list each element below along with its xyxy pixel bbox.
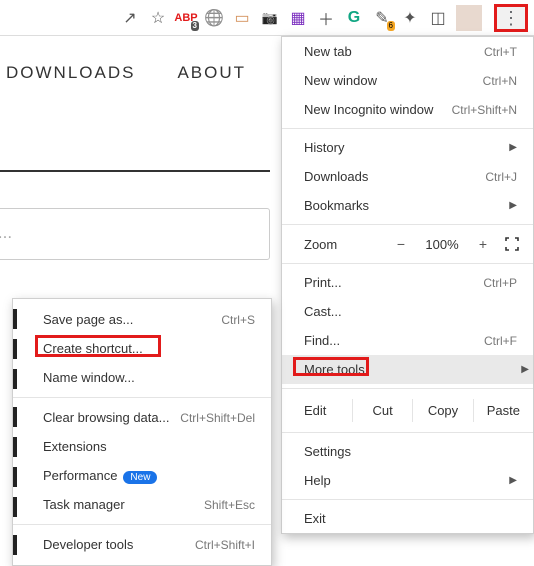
chrome-menu-button[interactable]: ⋮: [494, 4, 528, 32]
edit-label: Edit: [304, 403, 352, 418]
marker-icon: [13, 407, 17, 427]
menu-find[interactable]: Find...Ctrl+F: [282, 326, 533, 355]
submenu-clear-data[interactable]: Clear browsing data...Ctrl+Shift+Del: [13, 403, 271, 432]
menu-separator: [282, 388, 533, 389]
chevron-right-icon: ▶: [521, 364, 529, 375]
submenu-developer-tools[interactable]: Developer toolsCtrl+Shift+I: [13, 530, 271, 559]
browser-toolbar: ↗ ☆ ABP3 🌐 ▭ 📷 ▦ ＋ G ✎6 ✦ ◫ ⋮: [0, 0, 534, 36]
more-tools-submenu: Save page as...Ctrl+S Create shortcut...…: [12, 298, 272, 566]
submenu-performance[interactable]: PerformanceNew: [13, 461, 271, 490]
menu-separator: [282, 128, 533, 129]
menu-print[interactable]: Print...Ctrl+P: [282, 268, 533, 297]
menu-separator: [282, 224, 533, 225]
page-divider: [0, 170, 270, 172]
chevron-right-icon: ▶: [509, 142, 517, 153]
menu-downloads[interactable]: DownloadsCtrl+J: [282, 162, 533, 191]
menu-help[interactable]: Help▶: [282, 466, 533, 495]
nav-downloads[interactable]: DOWNLOADS: [0, 55, 141, 91]
zoom-in-button[interactable]: +: [473, 236, 493, 252]
extensions-puzzle-icon[interactable]: ✦: [400, 8, 420, 28]
sidepanel-icon[interactable]: ◫: [428, 8, 448, 28]
chevron-right-icon: ▶: [509, 200, 517, 211]
marker-icon: [13, 437, 17, 457]
new-badge: New: [123, 471, 157, 484]
menu-separator: [282, 499, 533, 500]
menu-history[interactable]: History▶: [282, 133, 533, 162]
submenu-task-manager[interactable]: Task managerShift+Esc: [13, 490, 271, 519]
zoom-out-button[interactable]: −: [391, 236, 411, 252]
profile-avatar[interactable]: [456, 5, 482, 31]
camera-ext-icon[interactable]: 📷: [260, 8, 280, 28]
menu-edit-row: Edit Cut Copy Paste: [282, 393, 533, 428]
edit-cut-button[interactable]: Cut: [352, 399, 412, 422]
edit-paste-button[interactable]: Paste: [473, 399, 533, 422]
marker-icon: [13, 369, 17, 389]
submenu-name-window[interactable]: Name window...: [13, 363, 271, 392]
marker-icon: [13, 535, 17, 555]
menu-new-tab[interactable]: New tabCtrl+T: [282, 37, 533, 66]
plus-ext-icon[interactable]: ＋: [316, 8, 336, 28]
adblock-icon[interactable]: ABP3: [176, 8, 196, 28]
site-nav: DOWNLOADS ABOUT: [0, 55, 252, 91]
kebab-icon: ⋮: [502, 9, 520, 27]
submenu-separator: [13, 524, 271, 525]
menu-separator: [282, 263, 533, 264]
pen-ext-icon[interactable]: ✎6: [372, 8, 392, 28]
chevron-right-icon: ▶: [509, 475, 517, 486]
bookmark-star-icon[interactable]: ☆: [148, 8, 168, 28]
menu-zoom-row: Zoom − 100% +: [282, 229, 533, 259]
nav-about[interactable]: ABOUT: [171, 55, 252, 91]
marker-icon: [13, 309, 17, 329]
menu-bookmarks[interactable]: Bookmarks▶: [282, 191, 533, 220]
zoom-label: Zoom: [304, 237, 381, 252]
page-search-input[interactable]: te ...: [0, 208, 270, 260]
menu-more-tools[interactable]: More tools▶: [282, 355, 533, 384]
grammarly-icon[interactable]: G: [344, 8, 364, 28]
note-ext-icon[interactable]: ▭: [232, 8, 252, 28]
menu-settings[interactable]: Settings: [282, 437, 533, 466]
menu-cast[interactable]: Cast...: [282, 297, 533, 326]
marker-icon: [13, 497, 17, 517]
chrome-main-menu: New tabCtrl+T New windowCtrl+N New Incog…: [281, 36, 534, 534]
marker-icon: [13, 467, 17, 487]
submenu-create-shortcut[interactable]: Create shortcut...: [13, 334, 271, 363]
edit-copy-button[interactable]: Copy: [412, 399, 472, 422]
menu-new-incognito[interactable]: New Incognito windowCtrl+Shift+N: [282, 95, 533, 124]
fullscreen-icon[interactable]: [503, 235, 521, 253]
menu-exit[interactable]: Exit: [282, 504, 533, 533]
menu-new-window[interactable]: New windowCtrl+N: [282, 66, 533, 95]
submenu-save-page[interactable]: Save page as...Ctrl+S: [13, 305, 271, 334]
purple-ext-icon[interactable]: ▦: [288, 8, 308, 28]
submenu-separator: [13, 397, 271, 398]
share-icon[interactable]: ↗: [120, 8, 140, 28]
globe-icon[interactable]: 🌐: [204, 8, 224, 28]
submenu-extensions[interactable]: Extensions: [13, 432, 271, 461]
zoom-value: 100%: [421, 237, 463, 252]
menu-separator: [282, 432, 533, 433]
